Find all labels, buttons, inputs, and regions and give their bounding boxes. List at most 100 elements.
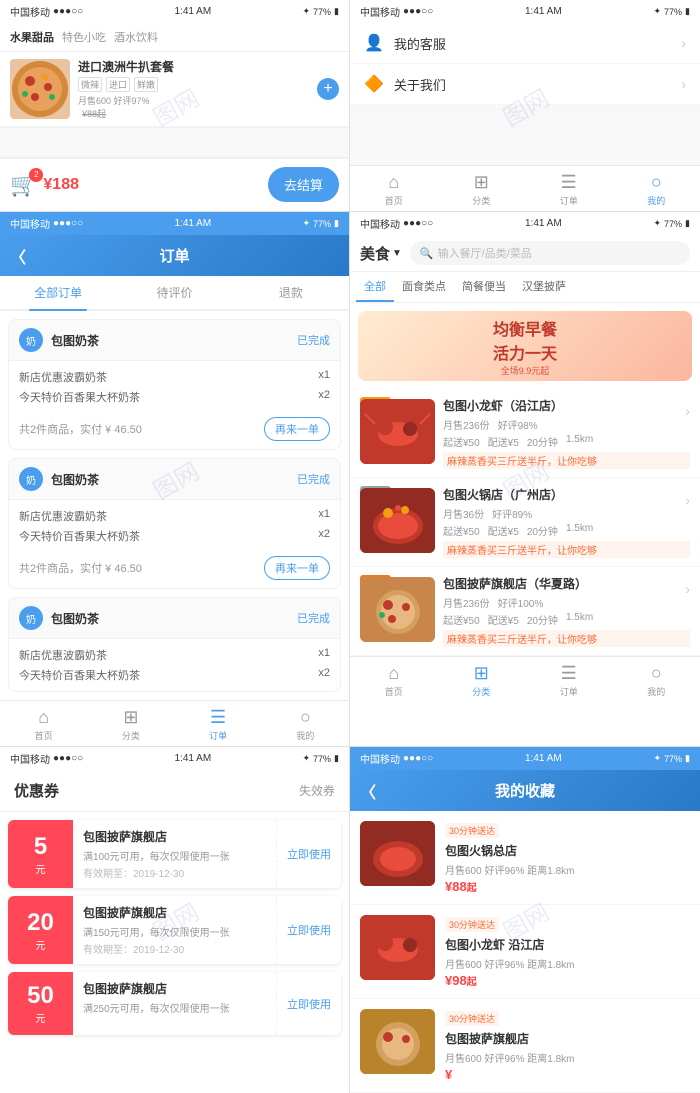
food-tab-noodle[interactable]: 面食类点	[394, 272, 454, 302]
restaurant-stats-2: 月售36份 好评89%	[443, 506, 690, 521]
cart-item-price: ¥88起	[78, 107, 317, 120]
fav-image-2	[360, 915, 435, 980]
orders-screen: 图网 中国移动 ●●●○○ 1:41 AM ✦ 77% ▮ 〈 订单 全部订单 …	[0, 211, 350, 746]
home-icon-food: ⌂	[388, 663, 399, 684]
coupon-expire-2: 有效期至：2019-12-30	[83, 941, 266, 956]
restaurant-info-1: 包图小龙虾（沿江店） 月售236份 好评98% 起送¥50 配送¥5 20分钟 …	[443, 397, 690, 469]
status-right-cart: ✦ 77% ▮	[302, 6, 339, 17]
nav-cat-food[interactable]: ⊞ 分类	[438, 663, 526, 698]
coupon-use-label-1: 立即使用	[287, 846, 331, 862]
banner-sub: 全场9.9元起	[493, 364, 557, 377]
nav-order-tab[interactable]: ☰ 订单	[175, 707, 262, 742]
coupon-info-1: 包图披萨旗舰店 满100元可用，每次仅限使用一张 有效期至：2019-12-30	[73, 820, 276, 888]
tab-refund[interactable]: 退款	[233, 276, 349, 309]
order-item-line-6: 今天特价百香果大杯奶茶 x2	[19, 665, 330, 685]
nav-my-orders[interactable]: ○ 我的	[262, 707, 349, 742]
coupon-use-button-2[interactable]: 立即使用	[276, 896, 341, 964]
nav-my[interactable]: ○ 我的	[613, 172, 700, 207]
fav-price-3: ¥	[445, 1067, 690, 1082]
restaurant-card-1[interactable]: TOP 1 包图小龙虾（沿江店） 月售236份 好评98%	[350, 389, 700, 478]
restaurant-card-3[interactable]: TOP 3 包图披萨旗舰店（华夏路） 月售236份 好评100%	[350, 567, 700, 656]
rest-arrow-3: ›	[685, 581, 690, 597]
rating-3: 好评100%	[498, 595, 544, 610]
search-box[interactable]: 🔍 输入餐厅/品类/菜品	[410, 241, 690, 265]
coupon-unit-2: 元	[36, 937, 46, 952]
fav-card-3[interactable]: 30分钟送达 包图披萨旗舰店 月售600 好评96% 距离1.8km ¥	[350, 999, 700, 1093]
order-header-3: 奶 包图奶茶 已完成	[9, 598, 340, 639]
search-placeholder: 输入餐厅/品类/菜品	[438, 245, 532, 261]
battery-food: 77%	[664, 219, 682, 229]
restaurant-name-2: 包图火锅店（广州店）	[443, 486, 690, 503]
nav-category[interactable]: ⊞ 分类	[438, 172, 526, 207]
nav-home-orders[interactable]: ⌂ 首页	[0, 707, 87, 742]
orders-header: 〈 订单	[0, 235, 349, 276]
bottom-nav-profile: ⌂ 首页 ⊞ 分类 ☰ 订单 ○ 我的	[350, 165, 700, 211]
nav-order-food[interactable]: ☰ 订单	[525, 663, 613, 698]
price-value: ¥88起	[82, 109, 106, 119]
orders-icon: ☰	[561, 172, 577, 193]
coupon-shop-3: 包图披萨旗舰店	[83, 980, 266, 997]
restaurant-delivery-2: 起送¥50 配送¥5 20分钟 1.5km	[443, 523, 690, 538]
food-tab-all[interactable]: 全部	[356, 272, 394, 302]
profile-screen: 图网 中国移动 ●●●○○ 1:41 AM ✦ 77% ▮ 👤 我的客服 › 🔶…	[350, 0, 700, 211]
favorites-header: 〈 我的收藏	[350, 770, 700, 811]
menu-item-about[interactable]: 🔶 关于我们 ›	[350, 64, 700, 105]
nav-order-label: 订单	[209, 729, 227, 742]
banner-content: 均衡早餐 活力一天 全场9.9元起	[493, 316, 557, 377]
add-to-cart-button[interactable]: +	[317, 78, 339, 100]
cat-snack[interactable]: 特色小吃	[62, 29, 106, 45]
carrier-profile: 中国移动	[360, 4, 400, 19]
nav-my-label: 我的	[647, 194, 665, 207]
menu-item-customer-service[interactable]: 👤 我的客服 ›	[350, 23, 700, 64]
coupon-secondary-title[interactable]: 失效券	[299, 782, 335, 799]
min-order-2: 起送¥50	[443, 523, 480, 538]
checkout-button[interactable]: 去结算	[268, 167, 339, 202]
shop-avatar-2: 奶	[19, 467, 43, 491]
category-icon: ⊞	[474, 172, 489, 193]
coupon-use-button-3[interactable]: 立即使用	[276, 972, 341, 1035]
cat-drink[interactable]: 酒水饮料	[114, 29, 158, 45]
coupon-card-1: 5 元 包图披萨旗舰店 满100元可用，每次仅限使用一张 有效期至：2019-1…	[8, 820, 341, 888]
coupon-use-button-1[interactable]: 立即使用	[276, 820, 341, 888]
tab-pending-review[interactable]: 待评价	[116, 276, 232, 309]
shop-avatar-3: 奶	[19, 606, 43, 630]
coupon-shop-1: 包图披萨旗舰店	[83, 828, 266, 845]
nav-cat-orders[interactable]: ⊞ 分类	[87, 707, 174, 742]
battery-cart: 77%	[313, 7, 331, 17]
min-order-1: 起送¥50	[443, 434, 480, 449]
carrier-coupons: 中国移动	[10, 751, 50, 766]
fav-price-value-2: ¥98	[445, 973, 467, 988]
food-header: 美食 ▼ 🔍 输入餐厅/品类/菜品	[350, 235, 700, 272]
reorder-button-2[interactable]: 再来一单	[264, 556, 330, 580]
time-1: 20分钟	[527, 434, 558, 449]
order-total-1: 共2件商品，实付 ¥ 46.50	[19, 421, 142, 437]
tab-all-orders[interactable]: 全部订单	[0, 276, 116, 309]
order-tabs: 全部订单 待评价 退款	[0, 276, 349, 311]
battery-fav: 77%	[664, 754, 682, 764]
fav-card-2[interactable]: 30分钟送达 包图小龙虾 沿江店 月售600 好评96% 距离1.8km ¥98…	[350, 905, 700, 999]
item-qty-3-1: x1	[318, 647, 330, 663]
shop-name-2: 包图奶茶	[51, 471, 99, 488]
about-label: 关于我们	[394, 75, 446, 94]
nav-home-food[interactable]: ⌂ 首页	[350, 663, 438, 698]
nav-orders[interactable]: ☰ 订单	[525, 172, 613, 207]
back-button-orders[interactable]: 〈	[10, 244, 26, 268]
restaurant-card-2[interactable]: TOP 2 包图火锅店（广州店） 月售36份 好评89% 起	[350, 478, 700, 567]
nav-my-food[interactable]: ○ 我的	[613, 663, 700, 698]
food-tab-light[interactable]: 简餐便当	[454, 272, 514, 302]
fav-card-1[interactable]: 30分钟送达 包图火锅总店 月售600 好评96% 距离1.8km ¥88起	[350, 811, 700, 905]
cat-icon-food: ⊞	[474, 663, 489, 684]
fav-image-3	[360, 1009, 435, 1074]
status-bar-profile: 中国移动 ●●●○○ 1:41 AM ✦ 77% ▮	[350, 0, 700, 23]
food-tab-burger[interactable]: 汉堡披萨	[514, 272, 574, 302]
favorites-title: 我的收藏	[495, 780, 555, 801]
tag-spicy: 微辣	[78, 77, 102, 92]
back-button-fav[interactable]: 〈	[360, 779, 376, 803]
fav-image-1	[360, 821, 435, 886]
nav-home[interactable]: ⌂ 首页	[350, 172, 438, 207]
coupon-unit-3: 元	[36, 1010, 46, 1025]
cart-item-row: 进口澳洲牛扒套餐 微辣 进口 鲜嫩 月售600 好评97% ¥88起 +	[0, 52, 349, 127]
cart-item-info: 进口澳洲牛扒套餐 微辣 进口 鲜嫩 月售600 好评97% ¥88起	[78, 58, 317, 120]
cat-fruit[interactable]: 水果甜品	[10, 29, 54, 45]
reorder-button-1[interactable]: 再来一单	[264, 417, 330, 441]
